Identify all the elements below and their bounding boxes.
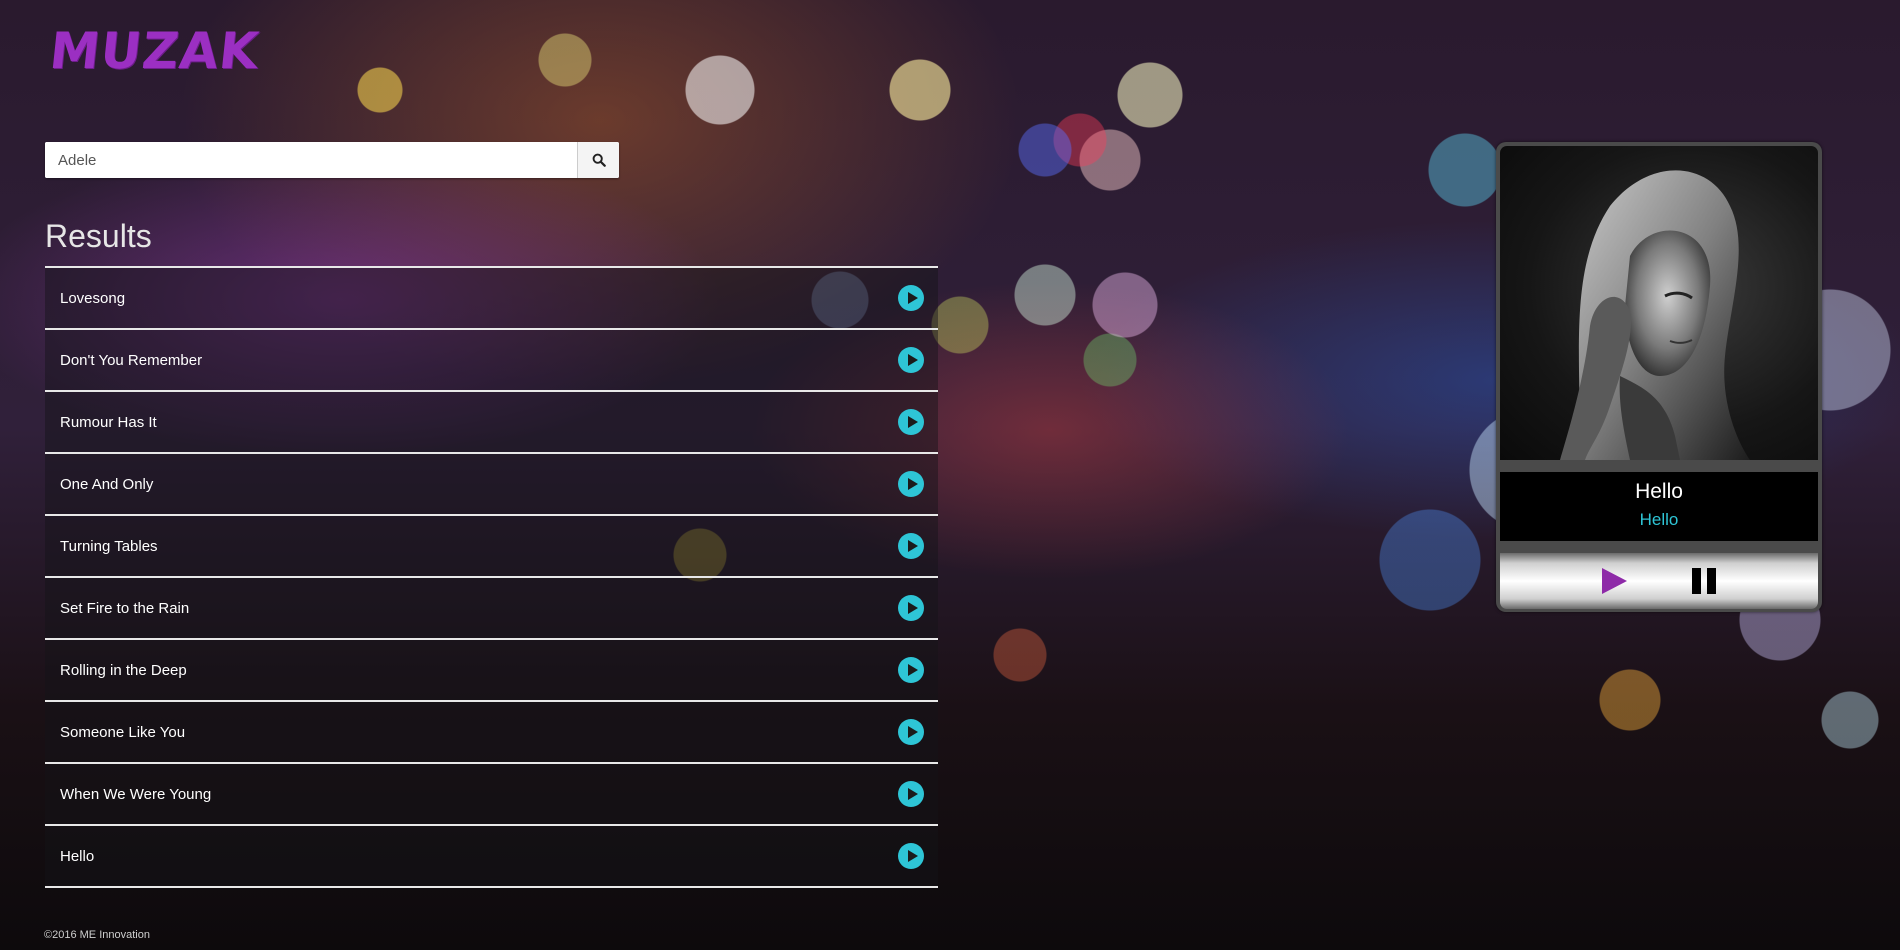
play-circle-icon[interactable]: [898, 347, 924, 373]
search-icon: [592, 153, 606, 167]
play-circle-icon[interactable]: [898, 533, 924, 559]
result-row[interactable]: Rolling in the Deep: [45, 640, 938, 702]
search-bar: [45, 142, 619, 178]
result-row[interactable]: Hello: [45, 826, 938, 888]
track-title: One And Only: [60, 475, 154, 493]
play-circle-icon[interactable]: [898, 719, 924, 745]
play-circle-icon[interactable]: [898, 595, 924, 621]
now-playing-subtitle: Hello: [1639, 510, 1679, 529]
footer-copyright: ©2016 ME Innovation: [44, 929, 150, 941]
pause-icon[interactable]: [1689, 566, 1719, 596]
app-logo: MUZAK: [46, 22, 263, 80]
track-title: Hello: [60, 847, 95, 865]
search-input[interactable]: [45, 142, 577, 178]
track-title: Don't You Remember: [60, 351, 203, 369]
results-list: Lovesong Don't You Remember Rumour Has I…: [45, 266, 938, 888]
track-title: Rolling in the Deep: [60, 661, 187, 679]
result-row[interactable]: Don't You Remember: [45, 330, 938, 392]
result-row[interactable]: Lovesong: [45, 268, 938, 330]
now-playing-info: Hello Hello: [1500, 472, 1818, 541]
results-heading: Results: [45, 218, 152, 254]
track-title: Turning Tables: [60, 537, 158, 555]
player-controls: [1500, 553, 1818, 609]
music-player: Hello Hello: [1496, 142, 1822, 612]
now-playing-title: Hello: [1635, 480, 1683, 503]
track-title: Rumour Has It: [60, 413, 157, 431]
track-title: When We Were Young: [60, 785, 212, 803]
album-art-portrait: [1560, 170, 1750, 460]
track-title: Someone Like You: [60, 723, 186, 741]
result-row[interactable]: Rumour Has It: [45, 392, 938, 454]
play-circle-icon[interactable]: [898, 471, 924, 497]
result-row[interactable]: When We Were Young: [45, 764, 938, 826]
result-row[interactable]: One And Only: [45, 454, 938, 516]
play-circle-icon[interactable]: [898, 843, 924, 869]
play-circle-icon[interactable]: [898, 285, 924, 311]
album-art: [1500, 146, 1818, 460]
result-row[interactable]: Someone Like You: [45, 702, 938, 764]
track-title: Set Fire to the Rain: [60, 599, 190, 617]
result-row[interactable]: Set Fire to the Rain: [45, 578, 938, 640]
play-circle-icon[interactable]: [898, 409, 924, 435]
track-title: Lovesong: [60, 289, 126, 307]
search-button[interactable]: [577, 142, 619, 178]
result-row[interactable]: Turning Tables: [45, 516, 938, 578]
play-icon[interactable]: [1599, 566, 1629, 596]
play-circle-icon[interactable]: [898, 657, 924, 683]
play-circle-icon[interactable]: [898, 781, 924, 807]
